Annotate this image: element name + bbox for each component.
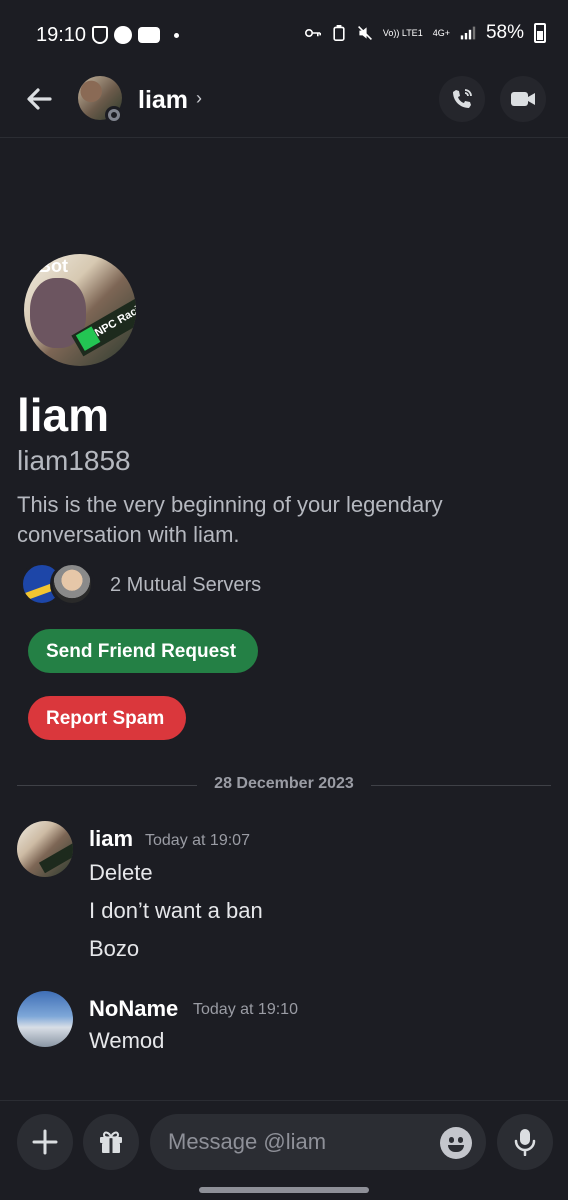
status-bar: 19:10 Vo)) LTE1 4G+ 58% [0, 0, 568, 70]
battery-icon [534, 23, 546, 43]
message-author[interactable]: liam [89, 826, 133, 852]
message-avatar-noname[interactable] [17, 991, 73, 1047]
notification-icons [92, 26, 179, 44]
home-indicator[interactable] [199, 1187, 369, 1193]
divider-date: 28 December 2023 [214, 775, 354, 792]
message-composer [0, 1100, 568, 1200]
message-text[interactable]: Wemod [89, 1028, 164, 1054]
volte-indicator: Vo)) LTE1 [382, 27, 423, 38]
profile-display-name: liam [17, 389, 110, 441]
mute-icon [357, 26, 372, 40]
dm-header: liam › [0, 70, 568, 138]
conversation-intro-text: This is the very beginning of your legen… [17, 492, 443, 547]
message-author[interactable]: NoName [89, 996, 178, 1022]
report-spam-button[interactable]: Report Spam [28, 696, 186, 740]
header-username[interactable]: liam [138, 86, 188, 115]
app-notification-icon [114, 26, 132, 44]
date-divider: 28 December 2023 [17, 774, 551, 796]
more-notifications-dot [174, 32, 179, 38]
battery-percent: 58% [485, 22, 524, 43]
status-time: 19:10 [36, 24, 87, 46]
send-friend-request-button[interactable]: Send Friend Request [28, 629, 258, 673]
message-avatar-liam[interactable] [17, 821, 73, 877]
message-text[interactable]: Bozo [89, 936, 139, 962]
signal-icon [460, 26, 476, 40]
message-text[interactable]: Delete [89, 860, 153, 886]
offline-status-icon [105, 106, 123, 124]
microphone-icon [514, 1129, 536, 1156]
message-timestamp: Today at 19:07 [145, 832, 250, 849]
avatar-top-text: Bot [38, 256, 68, 276]
system-icons: Vo)) LTE1 4G+ 58% [304, 22, 546, 44]
divider-line [371, 785, 551, 786]
profile-username: liam1858 [17, 445, 131, 476]
mutual-servers-label[interactable]: 2 Mutual Servers [110, 574, 261, 597]
message-timestamp: Today at 19:10 [193, 1001, 298, 1018]
youtube-icon [138, 27, 160, 43]
vpn-key-icon [304, 29, 321, 37]
mutual-server-icon [50, 562, 94, 606]
gift-button[interactable] [83, 1114, 139, 1170]
network-type: 4G+ [432, 27, 450, 38]
gift-icon [100, 1131, 122, 1153]
battery-saver-icon [333, 25, 345, 41]
shield-icon [92, 26, 108, 44]
emoji-icon[interactable] [440, 1127, 472, 1159]
chevron-right-icon[interactable]: › [196, 88, 202, 109]
plus-icon [32, 1129, 58, 1155]
add-attachment-button[interactable] [17, 1114, 73, 1170]
message-text[interactable]: I don’t want a ban [89, 898, 263, 924]
back-arrow-icon[interactable] [22, 82, 56, 116]
video-camera-icon [511, 92, 535, 106]
voice-message-button[interactable] [497, 1114, 553, 1170]
phone-icon [453, 89, 472, 108]
message-input[interactable] [150, 1114, 486, 1170]
profile-avatar[interactable]: Bot NPC Raci [24, 254, 136, 366]
video-call-button[interactable] [500, 76, 546, 122]
voice-call-button[interactable] [439, 76, 485, 122]
